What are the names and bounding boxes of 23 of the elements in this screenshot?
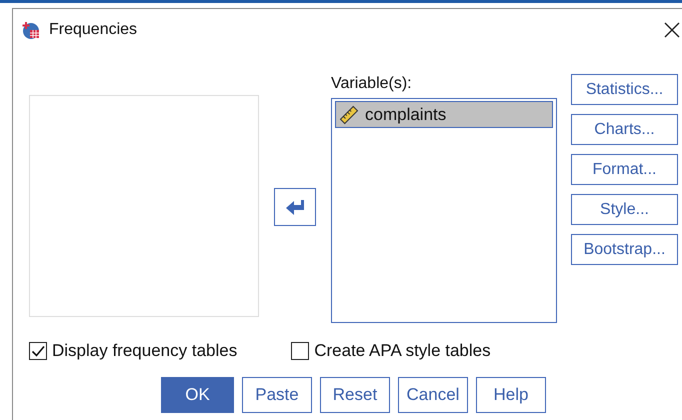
checkbox-option[interactable]: Display frequency tables	[29, 341, 238, 361]
checkbox[interactable]	[291, 342, 310, 360]
dialog-button[interactable]: Bootstrap...	[571, 234, 678, 265]
checkbox-option[interactable]: Create APA style tables	[291, 341, 491, 361]
ruler-icon	[339, 104, 359, 124]
dialog-button[interactable]: Paste	[242, 377, 312, 413]
dialog-button[interactable]: Style...	[571, 194, 678, 225]
close-icon[interactable]	[664, 22, 680, 38]
variables-list[interactable]: complaints	[331, 98, 557, 323]
checkbox[interactable]	[29, 342, 47, 360]
table-icon	[21, 20, 41, 40]
window-title: Frequencies	[49, 21, 138, 39]
dialog-button[interactable]: Reset	[320, 377, 390, 413]
variable-item[interactable]: complaints	[335, 101, 553, 128]
dialog-button[interactable]: Help	[476, 377, 546, 413]
arrow-icon	[284, 198, 306, 216]
ok-button[interactable]: OK	[161, 377, 234, 413]
dialog-button[interactable]: Statistics...	[571, 74, 678, 105]
dialog-button[interactable]: Charts...	[571, 114, 678, 145]
dialog-button[interactable]: Cancel	[398, 377, 468, 413]
variables-label: Variable(s):	[331, 75, 413, 94]
dialog-button[interactable]: Format...	[571, 154, 678, 185]
move-button[interactable]	[274, 188, 316, 226]
